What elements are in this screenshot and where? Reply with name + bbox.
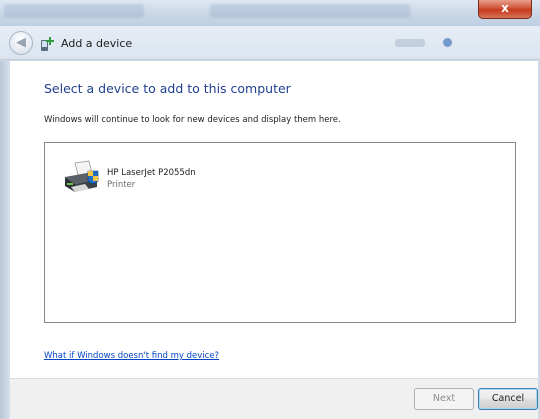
next-button[interactable]: Next xyxy=(414,388,474,410)
window-left-edge xyxy=(0,61,10,419)
instruction-text: Windows will continue to look for new de… xyxy=(44,115,341,125)
back-arrow-icon[interactable]: ◀ xyxy=(9,31,33,55)
dialog-footer: Next Cancel xyxy=(10,378,538,419)
help-link[interactable]: What if Windows doesn't find my device? xyxy=(44,351,219,361)
background-blur xyxy=(443,38,452,47)
cancel-button[interactable]: Cancel xyxy=(478,388,538,410)
background-blur xyxy=(395,39,425,47)
close-button[interactable]: x xyxy=(478,0,532,19)
title-bar: x xyxy=(0,0,540,26)
device-list-item[interactable]: HP LaserJet P2055dn Printer xyxy=(61,159,231,199)
add-device-icon xyxy=(41,37,54,51)
device-list: HP LaserJet P2055dn Printer xyxy=(44,142,516,323)
window-title: Add a device xyxy=(61,37,133,50)
device-name: HP LaserJet P2055dn xyxy=(107,168,196,178)
background-window-blur xyxy=(210,4,410,18)
add-device-window: x ◀ Add a device Select a device to add … xyxy=(0,0,540,419)
printer-icon xyxy=(65,160,99,192)
device-type: Printer xyxy=(107,180,136,190)
page-title: Select a device to add to this computer xyxy=(44,81,291,96)
dialog-content: Select a device to add to this computer … xyxy=(10,61,538,378)
navigation-bar: ◀ Add a device xyxy=(0,26,540,60)
background-window-blur xyxy=(4,4,144,18)
